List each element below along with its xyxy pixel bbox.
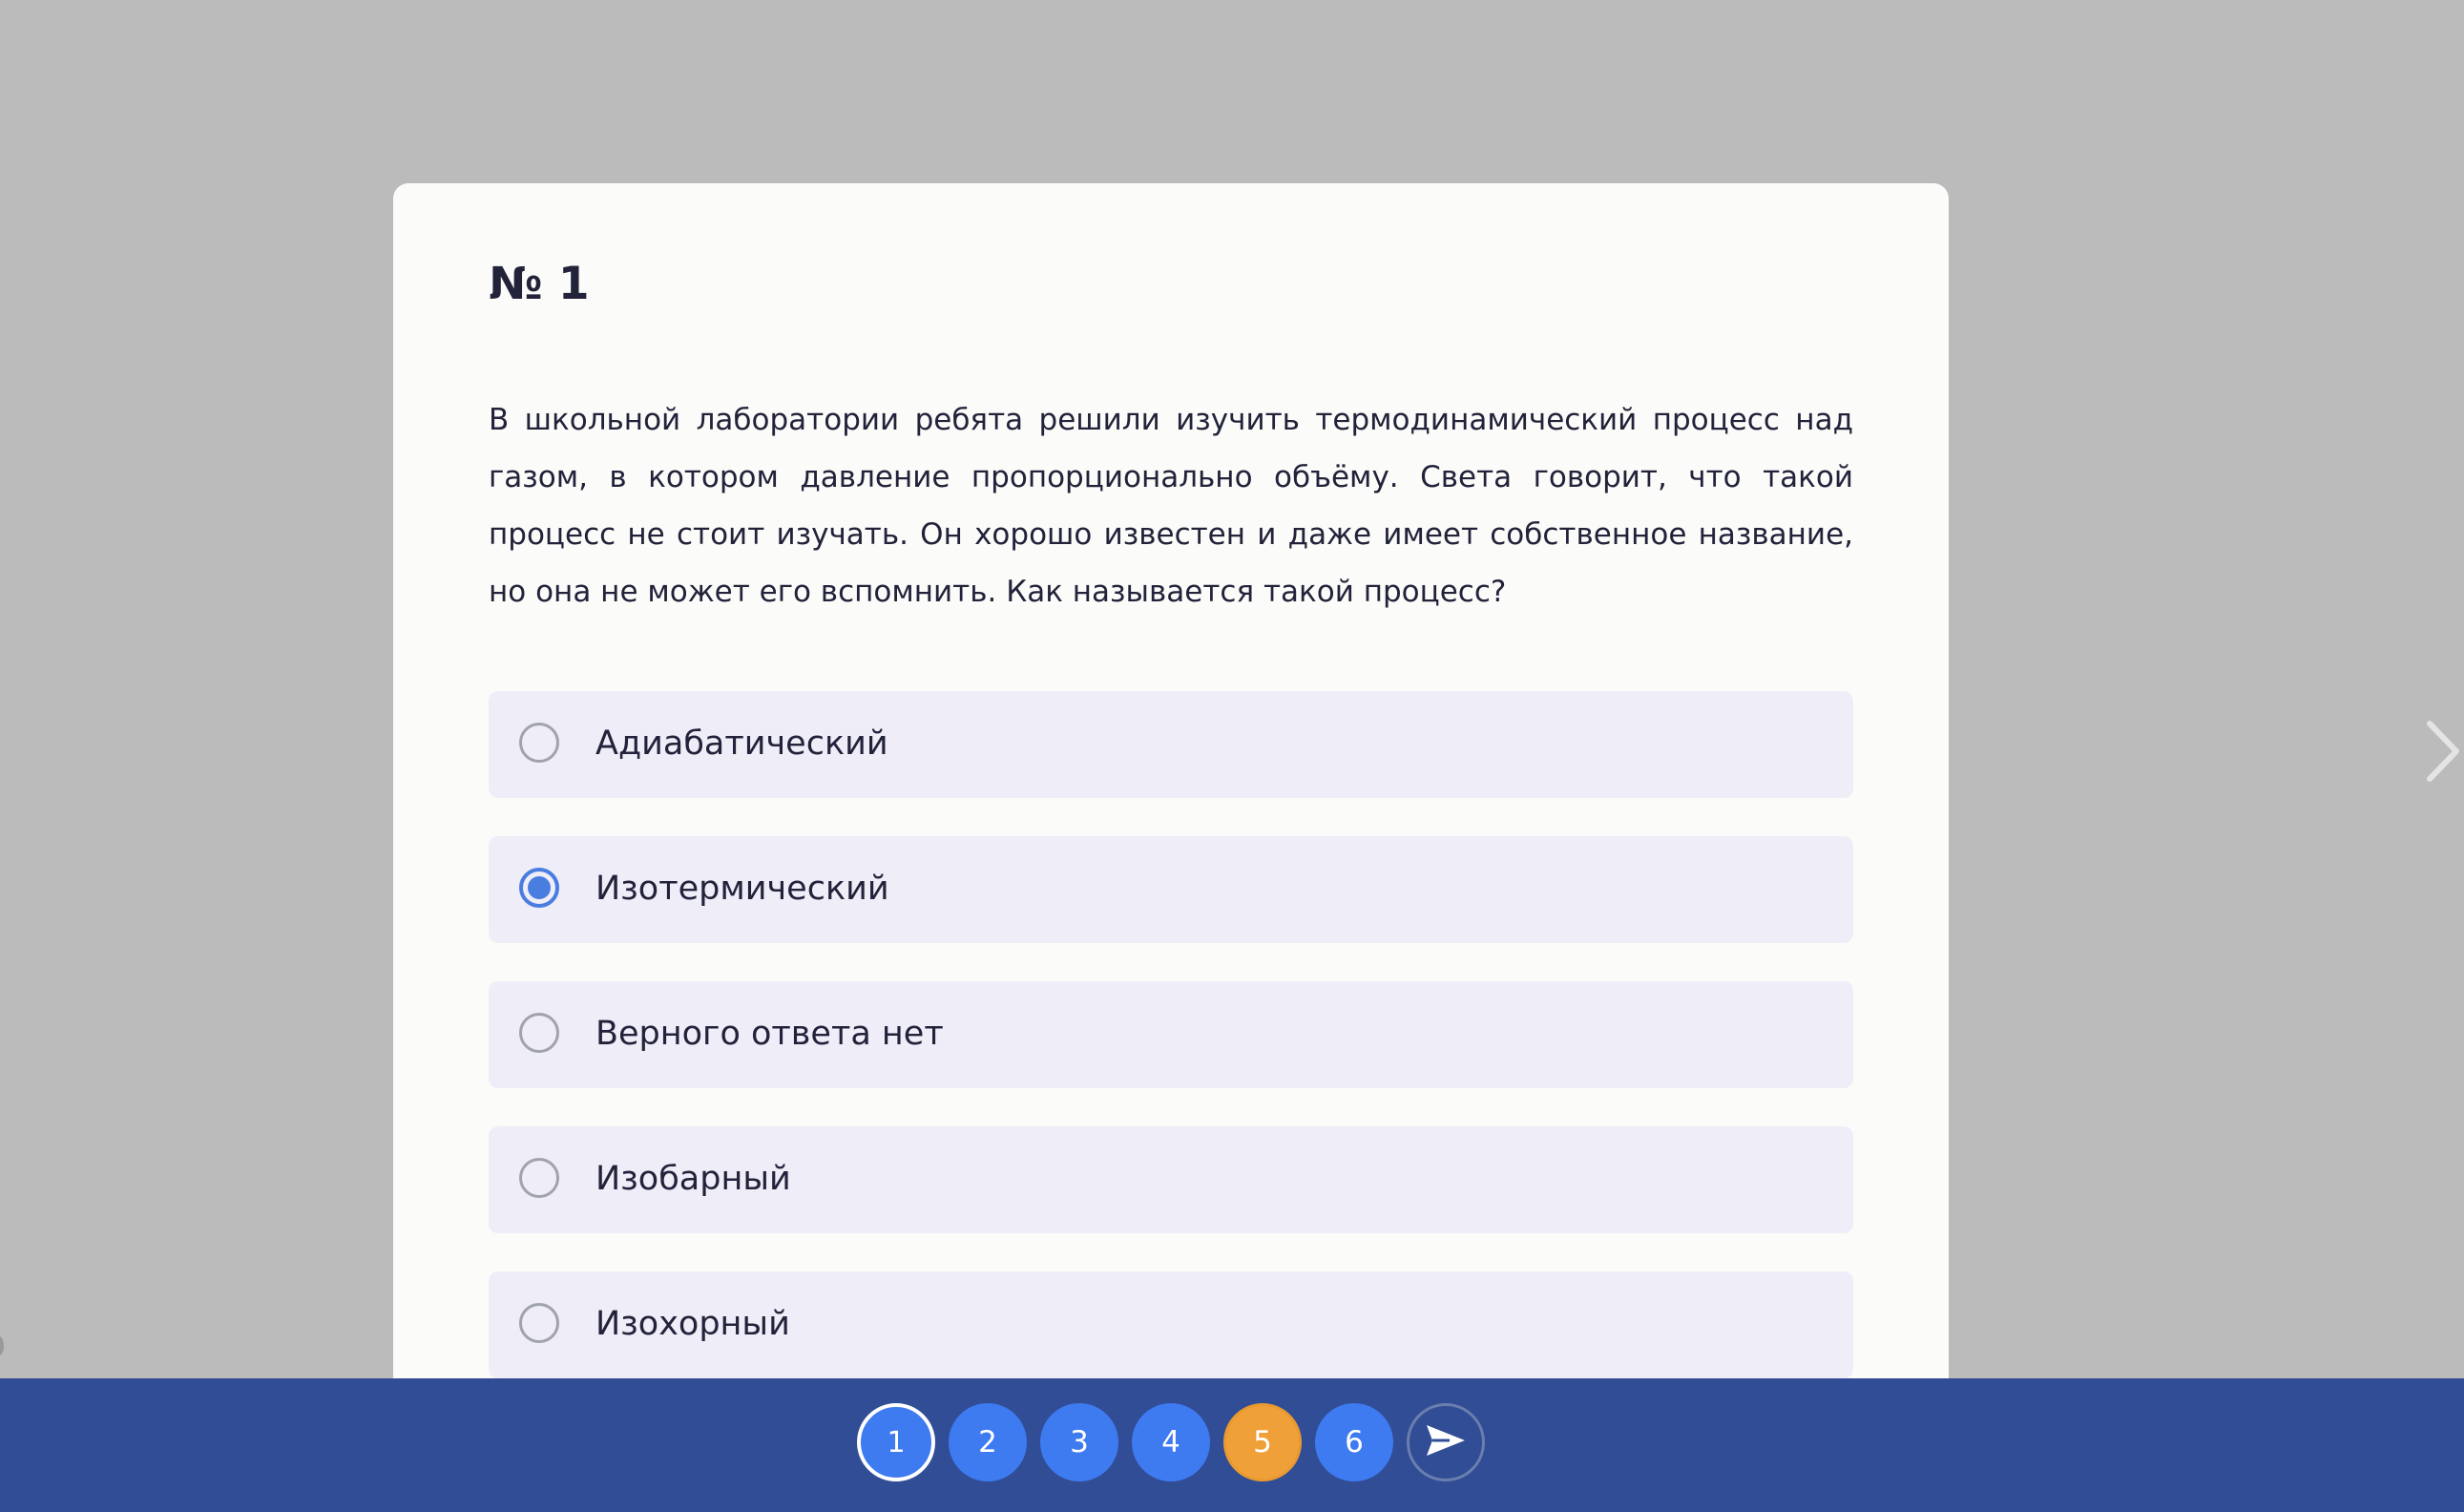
radio-button[interactable] [519, 1303, 559, 1343]
page-button-6[interactable]: 6 [1315, 1403, 1393, 1481]
answer-option-isothermal[interactable]: Изотермический [489, 836, 1853, 943]
page-button-3[interactable]: 3 [1040, 1403, 1118, 1481]
page-button-5[interactable]: 5 [1223, 1403, 1302, 1481]
chevron-right-icon[interactable] [2424, 718, 2462, 785]
submit-button[interactable] [1407, 1403, 1485, 1481]
page-button-1[interactable]: 1 [857, 1403, 935, 1481]
send-icon [1425, 1423, 1467, 1461]
radio-button[interactable] [519, 1013, 559, 1053]
answer-option-label: Изобарный [595, 1160, 791, 1198]
radio-button[interactable] [519, 1158, 559, 1198]
radio-button-selected[interactable] [519, 868, 559, 908]
question-number: № 1 [489, 258, 590, 310]
question-pager: 1 2 3 4 5 6 [857, 1403, 1485, 1481]
answer-option-label: Верного ответа нет [595, 1015, 944, 1053]
page-button-4[interactable]: 4 [1132, 1403, 1210, 1481]
bottom-navigation-bar: 1 2 3 4 5 6 [0, 1378, 2464, 1512]
answer-option-isochoric[interactable]: Изохорный [489, 1271, 1853, 1378]
page-button-2[interactable]: 2 [949, 1403, 1027, 1481]
answer-options: Адиабатический Изотермический Верного от… [489, 691, 1853, 1417]
answer-option-label: Адиабатический [595, 724, 888, 763]
answer-option-label: Изотермический [595, 870, 889, 908]
question-text: В школьной лаборатории ребята решили изу… [489, 403, 1853, 609]
answer-option-adiabatic[interactable]: Адиабатический [489, 691, 1853, 798]
answer-option-no-correct[interactable]: Верного ответа нет [489, 981, 1853, 1088]
question-card: № 1 В школьной лаборатории ребята решили… [393, 183, 1949, 1424]
answer-option-isobaric[interactable]: Изобарный [489, 1126, 1853, 1233]
radio-button[interactable] [519, 723, 559, 763]
answer-option-label: Изохорный [595, 1305, 790, 1343]
edge-decoration [0, 1336, 4, 1355]
